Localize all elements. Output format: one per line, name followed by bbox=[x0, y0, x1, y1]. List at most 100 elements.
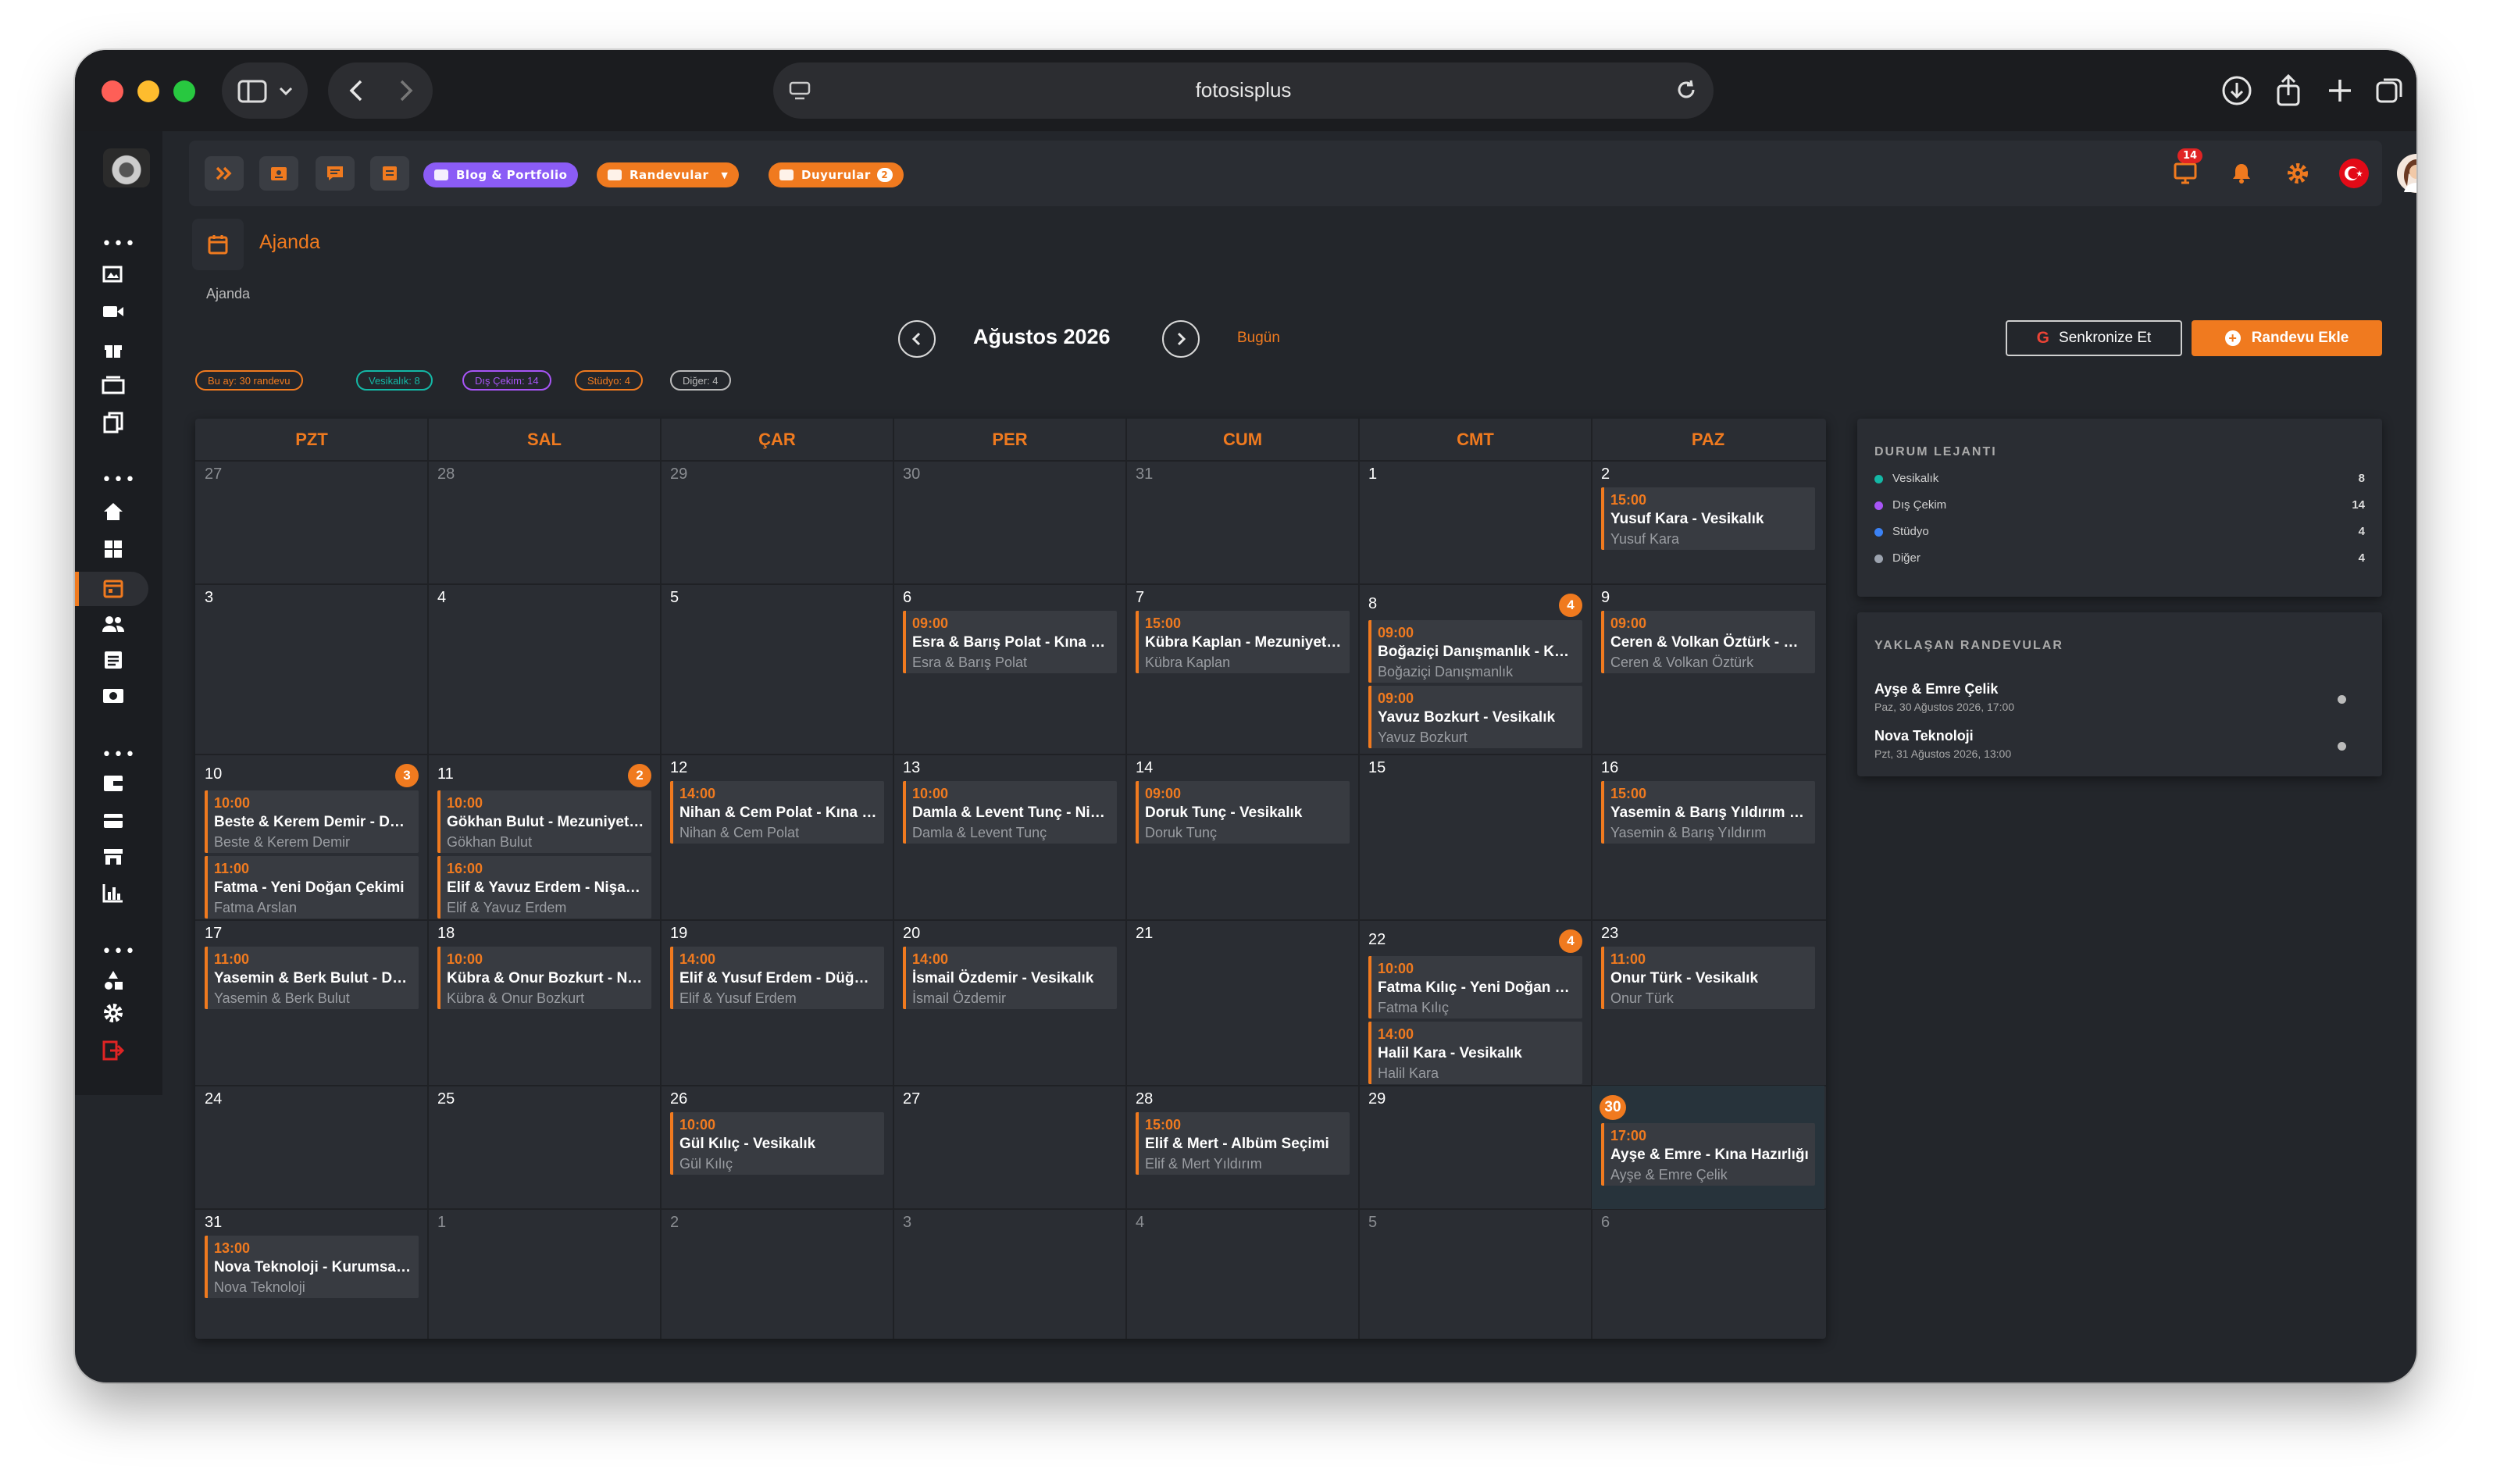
event-card[interactable]: 13:00 Nova Teknoloji - Kurumsal Çekim Nova… bbox=[205, 1236, 419, 1298]
event-card[interactable]: 10:00 Gökhan Bulut - Mezuniyet Çekimi Gökh… bbox=[437, 790, 651, 853]
event-card[interactable]: 14:00 Halil Kara - Vesikalık Halil Kara bbox=[1368, 1022, 1582, 1084]
event-card[interactable]: 11:00 Onur Türk - Vesikalık Onur Türk bbox=[1601, 947, 1815, 1009]
day-cell[interactable]: 23 11:00 Onur Türk - Vesikalık Onur Türk bbox=[1592, 920, 1824, 1086]
upcoming-item[interactable]: Nova Teknoloji Pzt, 31 Ağustos 2026, 13:0… bbox=[1874, 728, 2365, 760]
event-card[interactable]: 14:00 Nihan & Cem Polat - Kına Gecesi Niha… bbox=[670, 781, 884, 844]
minimize-window-button[interactable] bbox=[137, 80, 159, 102]
users-icon[interactable] bbox=[98, 611, 128, 637]
store-icon[interactable] bbox=[98, 844, 128, 870]
calendar-icon[interactable] bbox=[98, 575, 128, 601]
event-card[interactable]: 11:00 Fatma - Yeni Doğan Çekimi Fatma Arsl… bbox=[205, 856, 419, 919]
event-card[interactable]: 17:00 Ayşe & Emre - Kına Hazırlığı Ayşe & … bbox=[1601, 1123, 1815, 1186]
tab-overview-icon[interactable] bbox=[2373, 73, 2407, 108]
event-card[interactable]: 09:00 Doruk Tunç - Vesikalık Doruk Tunç bbox=[1136, 781, 1350, 844]
sidebar-toggle-button[interactable] bbox=[222, 62, 308, 119]
expand-sidebar-button[interactable] bbox=[205, 156, 244, 191]
breadcrumb[interactable]: Ajanda bbox=[206, 286, 250, 302]
day-cell[interactable]: 31 13:00 Nova Teknoloji - Kurumsal Çekim No… bbox=[195, 1209, 428, 1332]
day-cell[interactable]: 25 bbox=[428, 1086, 661, 1209]
sync-button[interactable]: G Senkronize Et bbox=[2006, 320, 2182, 356]
day-cell[interactable]: 5 bbox=[1359, 1209, 1592, 1332]
dashboard-icon[interactable] bbox=[98, 536, 128, 562]
stat-pill[interactable]: Diğer: 4 bbox=[670, 370, 731, 391]
back-icon[interactable] bbox=[347, 78, 366, 103]
day-cell[interactable]: 2 15:00 Yusuf Kara - Vesikalık Yusuf Kara bbox=[1592, 461, 1824, 584]
day-cell[interactable]: 21 bbox=[1126, 920, 1359, 1086]
add-appointment-button[interactable]: + Randevu Ekle bbox=[2192, 320, 2382, 356]
reload-icon[interactable] bbox=[1674, 78, 1698, 102]
stat-pill[interactable]: Dış Çekim: 14 bbox=[462, 370, 551, 391]
day-cell[interactable]: 4 bbox=[1126, 1209, 1359, 1332]
documents-icon[interactable] bbox=[98, 409, 128, 436]
day-cell[interactable]: 13 10:00 Damla & Levent Tunç - Nişan Çekim… bbox=[893, 754, 1126, 920]
day-cell[interactable]: 19 14:00 Elif & Yusuf Erdem - Düğün Çekimi… bbox=[661, 920, 893, 1086]
language-button[interactable] bbox=[2334, 155, 2374, 192]
day-cell[interactable]: 9 09:00 Ceren & Volkan Öztürk - Düğün Ceren… bbox=[1592, 584, 1824, 754]
day-cell[interactable]: 1 bbox=[428, 1209, 661, 1332]
address-bar[interactable]: fotosisplus bbox=[773, 62, 1714, 119]
albums-icon[interactable] bbox=[98, 372, 128, 398]
event-card[interactable]: 10:00 Fatma Kılıç - Yeni Doğan Çekimi Fatm… bbox=[1368, 956, 1582, 1018]
list-icon[interactable] bbox=[98, 647, 128, 673]
day-cell[interactable]: 5 bbox=[661, 584, 893, 754]
close-window-button[interactable] bbox=[102, 80, 123, 102]
user-avatar[interactable] bbox=[2396, 154, 2416, 193]
maximize-window-button[interactable] bbox=[173, 80, 195, 102]
stat-pill[interactable]: Bu ay: 30 randevu bbox=[195, 370, 303, 391]
chart-icon[interactable] bbox=[98, 879, 128, 906]
day-cell[interactable]: 30 bbox=[893, 461, 1126, 584]
day-cell[interactable]: 20 14:00 İsmail Özdemir - Vesikalık İsmail … bbox=[893, 920, 1126, 1086]
event-card[interactable]: 11:00 Yasemin & Berk Bulut - Düğün Yasemin… bbox=[205, 947, 419, 1009]
event-card[interactable]: 10:00 Damla & Levent Tunç - Nişan Çekimi D… bbox=[903, 781, 1117, 844]
announcements-button[interactable]: Duyurular 2 bbox=[769, 162, 904, 187]
event-card[interactable]: 15:00 Yasemin & Barış Yıldırım - Düğün Yas… bbox=[1601, 781, 1815, 844]
event-card[interactable]: 16:00 Elif & Yavuz Erdem - Nişan Çekimi El… bbox=[437, 856, 651, 919]
day-cell[interactable]: 30 17:00 Ayşe & Emre - Kına Hazırlığı Ayşe … bbox=[1592, 1086, 1824, 1209]
event-card[interactable]: 09:00 Esra & Barış Polat - Kına Gecesi Esr… bbox=[903, 611, 1117, 673]
day-cell[interactable]: 14 09:00 Doruk Tunç - Vesikalık Doruk Tunç bbox=[1126, 754, 1359, 920]
logout-icon[interactable] bbox=[98, 1037, 128, 1064]
day-cell[interactable]: 28 15:00 Elif & Mert - Albüm Seçimi Elif & … bbox=[1126, 1086, 1359, 1209]
stat-pill[interactable]: Vesikalık: 8 bbox=[356, 370, 433, 391]
upcoming-item[interactable]: Ayşe & Emre Çelik Paz, 30 Ağustos 2026, 1… bbox=[1874, 681, 2365, 713]
video-icon[interactable] bbox=[98, 298, 128, 325]
event-card[interactable]: 14:00 Elif & Yusuf Erdem - Düğün Çekimi El… bbox=[670, 947, 884, 1009]
wallet-icon[interactable] bbox=[98, 770, 128, 797]
share-icon[interactable] bbox=[2271, 73, 2306, 108]
day-cell[interactable]: 715:00 Kübra Kaplan - Mezuniyet Çekimi Küb… bbox=[1126, 584, 1359, 754]
event-card[interactable]: 15:00 Yusuf Kara - Vesikalık Yusuf Kara bbox=[1601, 487, 1815, 550]
next-month-button[interactable] bbox=[1162, 320, 1200, 358]
day-cell[interactable]: 15 bbox=[1359, 754, 1592, 920]
day-cell[interactable]: 12 14:00 Nihan & Cem Polat - Kına Gecesi Ni… bbox=[661, 754, 893, 920]
settings-icon[interactable] bbox=[98, 1000, 128, 1026]
event-card[interactable]: 10:00 Beste & Kerem Demir - Düğün Beste & … bbox=[205, 790, 419, 853]
event-card[interactable]: 09:00 Boğaziçi Danışmanlık - Kurumsal Boğa… bbox=[1368, 620, 1582, 683]
settings-button[interactable] bbox=[2277, 155, 2318, 192]
home-icon[interactable] bbox=[98, 498, 128, 525]
day-cell[interactable]: 31 bbox=[1126, 461, 1359, 584]
day-cell[interactable]: 10 3 10:00 Beste & Kerem Demir - Düğün Beste… bbox=[195, 754, 428, 920]
download-icon[interactable] bbox=[2220, 73, 2254, 108]
payments-icon[interactable] bbox=[98, 683, 128, 709]
event-card[interactable]: 15:00 Kübra Kaplan - Mezuniyet Çekimi Kübr… bbox=[1136, 611, 1350, 673]
messages-button[interactable] bbox=[316, 156, 355, 191]
gift-icon[interactable] bbox=[98, 336, 128, 362]
day-cell[interactable]: 16 15:00 Yasemin & Barış Yıldırım - Düğün Y… bbox=[1592, 754, 1824, 920]
blog-portfolio-button[interactable]: Blog & Portfolio bbox=[423, 162, 579, 187]
forward-icon[interactable] bbox=[397, 78, 416, 103]
day-cell[interactable]: 27 bbox=[893, 1086, 1126, 1209]
day-cell[interactable]: 17 11:00 Yasemin & Berk Bulut - Düğün Yasem… bbox=[195, 920, 428, 1086]
appointments-dropdown[interactable]: Randevular ▼ bbox=[597, 162, 740, 187]
day-cell[interactable]: 3 bbox=[195, 584, 428, 754]
gallery-icon[interactable] bbox=[98, 261, 128, 287]
day-cell[interactable]: 28 bbox=[428, 461, 661, 584]
day-cell[interactable]: 18 10:00 Kübra & Onur Bozkurt - Nişan Kübra… bbox=[428, 920, 661, 1086]
event-card[interactable]: 14:00 İsmail Özdemir - Vesikalık İsmail Öz… bbox=[903, 947, 1117, 1009]
new-tab-icon[interactable] bbox=[2323, 73, 2357, 108]
day-cell[interactable]: 6 bbox=[1592, 1209, 1824, 1332]
prev-month-button[interactable] bbox=[898, 320, 936, 358]
day-cell[interactable]: 22 4 10:00 Fatma Kılıç - Yeni Doğan Çekimi F… bbox=[1359, 920, 1592, 1086]
day-cell[interactable]: 27 bbox=[195, 461, 428, 584]
event-card[interactable]: 09:00 Yavuz Bozkurt - Vesikalık Yavuz Bozk… bbox=[1368, 686, 1582, 748]
event-card[interactable]: 10:00 Kübra & Onur Bozkurt - Nişan Kübra &… bbox=[437, 947, 651, 1009]
